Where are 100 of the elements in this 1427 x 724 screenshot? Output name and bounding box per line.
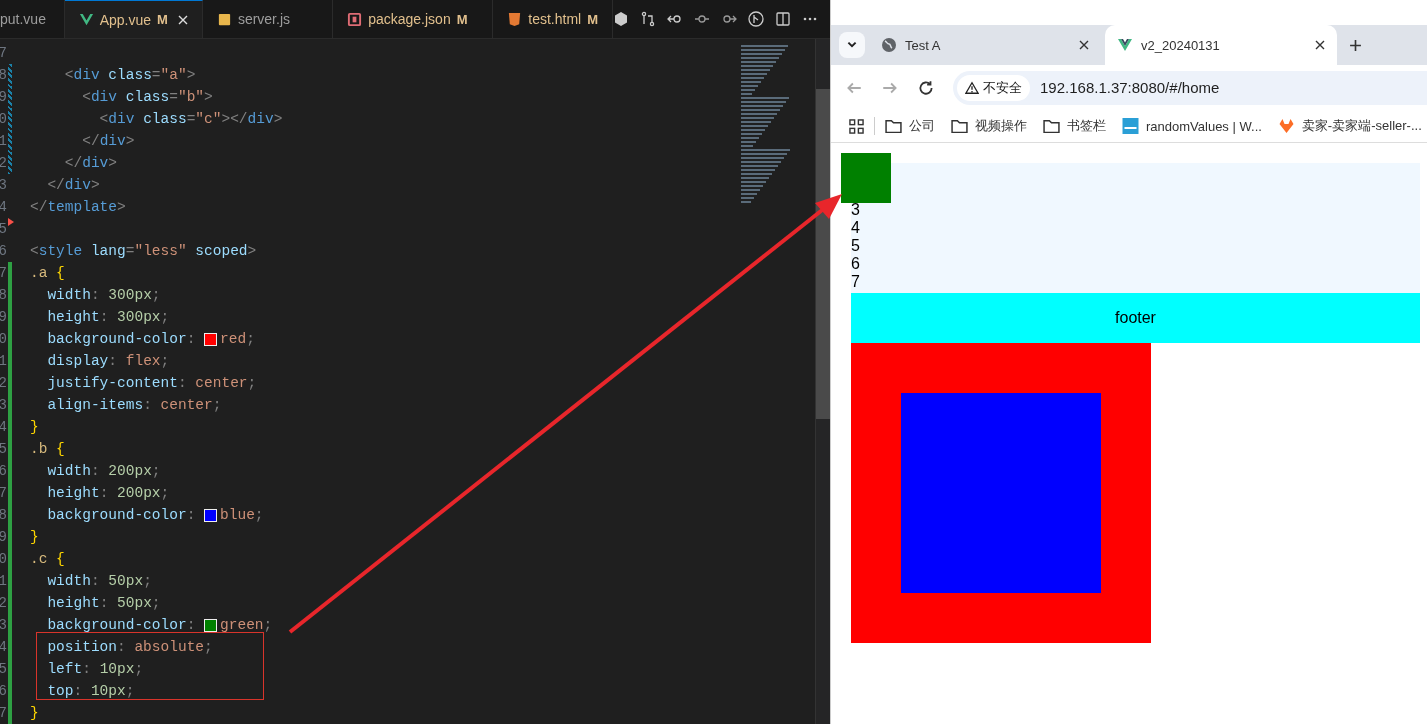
line-number: 2 (0, 595, 7, 611)
list-number: 3 (851, 201, 861, 219)
tab-label: put.vue (0, 11, 46, 27)
line-number: 7 (0, 45, 7, 61)
line-number: 7 (0, 265, 7, 281)
line-number: 8 (0, 287, 7, 303)
apps-grid-icon[interactable] (849, 118, 864, 134)
editor-tab[interactable]: put.vue (0, 0, 65, 38)
security-label: 不安全 (983, 78, 1022, 97)
tab-search-button[interactable] (839, 32, 865, 58)
code-line: align-items: center; (46, 397, 222, 413)
line-number: 3 (0, 617, 7, 633)
code-line: background-color: blue; (46, 507, 264, 523)
hexagon-icon[interactable] (613, 11, 629, 27)
split-editor-icon[interactable] (775, 11, 791, 27)
code-line: <style lang="less" scoped> (30, 243, 257, 259)
code-line: .b { (30, 441, 65, 457)
line-number: 8 (0, 507, 7, 523)
code-line: <div class="b"> (81, 89, 213, 105)
editor-tab[interactable]: App.vue M (64, 0, 203, 38)
small-square (841, 153, 891, 203)
line-number: 0 (0, 551, 7, 567)
git-graph-icon[interactable] (748, 11, 764, 27)
code-line: </template> (30, 199, 126, 215)
code-line: </div> (46, 177, 100, 193)
code-line: background-color: green; (46, 617, 273, 633)
code-line: display: flex; (46, 353, 170, 369)
line-number: 5 (0, 221, 7, 237)
warning-icon (965, 80, 979, 95)
code-line: position: absolute; (46, 639, 213, 655)
change-marker (8, 218, 14, 226)
bookmark[interactable]: 公司 (885, 117, 935, 135)
fox-logo-icon (1277, 118, 1295, 134)
code-line: .c { (30, 551, 65, 567)
tab-label: App.vue (99, 11, 152, 28)
line-number: 2 (0, 375, 7, 391)
code-line: background-color: red; (46, 331, 255, 347)
address-bar[interactable]: 不安全 192.168.1.37:8080/#/home (953, 70, 1427, 105)
new-tab-icon[interactable] (1349, 38, 1362, 52)
tab-title: Test A (905, 37, 942, 53)
bookmark[interactable]: 书签栏 (1043, 117, 1106, 135)
list-number: 7 (851, 273, 861, 291)
line-number: 7 (0, 705, 7, 721)
line-number: 0 (0, 331, 7, 347)
code-line: width: 50px; (46, 573, 152, 589)
line-number: 8 (0, 67, 7, 83)
compare-changes-icon[interactable] (640, 11, 656, 27)
bookmark[interactable]: 视频操作 (951, 117, 1027, 135)
line-number: 0 (0, 111, 7, 127)
line-number: 5 (0, 661, 7, 677)
package-file-icon (347, 11, 363, 27)
line-number: 2 (0, 155, 7, 171)
tab-label: test.html (528, 11, 582, 27)
url-text: 192.168.1.37:8080/#/home (1040, 79, 1220, 96)
line-number: 3 (0, 177, 7, 193)
code-line: } (30, 705, 39, 721)
scrollbar[interactable] (815, 39, 830, 724)
code-line: top: 10px; (46, 683, 135, 699)
list-number: 4 (851, 219, 861, 237)
vue-logo-icon (1117, 37, 1133, 53)
line-number: 4 (0, 199, 7, 215)
globe-icon (881, 37, 897, 53)
line-number: 1 (0, 133, 7, 149)
line-number: 5 (0, 441, 7, 457)
line-number: 1 (0, 573, 7, 589)
folder-icon (1043, 118, 1060, 134)
line-number: 4 (0, 639, 7, 655)
code-line: width: 200px; (46, 463, 161, 479)
list-number: 6 (851, 255, 861, 273)
code-line: } (30, 529, 39, 545)
site-favicon-icon (1122, 118, 1139, 134)
vue-logo-icon (78, 12, 94, 27)
js-file-icon (216, 11, 232, 27)
security-chip[interactable]: 不安全 (957, 74, 1030, 101)
editor-tab[interactable]: package.json M (333, 0, 494, 38)
line-number: 4 (0, 419, 7, 435)
bookmark[interactable]: 卖家-卖家端-seller-... (1277, 117, 1422, 135)
browser-tab[interactable]: v2_20240131 (1105, 25, 1337, 65)
line-number: 7 (0, 485, 7, 501)
line-number: 9 (0, 309, 7, 325)
code-line: </div> (63, 155, 118, 171)
code-line: <div class="c"></div> (98, 111, 283, 127)
line-number: 6 (0, 463, 7, 479)
close-icon[interactable] (1315, 40, 1325, 50)
editor-tab[interactable]: server.js (202, 0, 334, 38)
reload-icon[interactable] (917, 78, 935, 97)
html-file-icon (507, 11, 523, 27)
browser-tab[interactable]: Test A (869, 25, 1101, 65)
code-line: <div class="a"> (63, 67, 196, 83)
close-icon[interactable] (1079, 40, 1089, 50)
tab-label: server.js (237, 11, 290, 27)
bookmark[interactable]: randomValues | W... (1122, 118, 1262, 134)
modified-indicator: M (456, 11, 468, 27)
line-number: 6 (0, 243, 7, 259)
editor-tab[interactable]: test.html M (493, 0, 613, 38)
folder-icon (885, 118, 902, 134)
line-number: 6 (0, 683, 7, 699)
line-number: 1 (0, 353, 7, 369)
code-line: .a { (30, 265, 65, 281)
code-line: left: 10px; (46, 661, 144, 677)
